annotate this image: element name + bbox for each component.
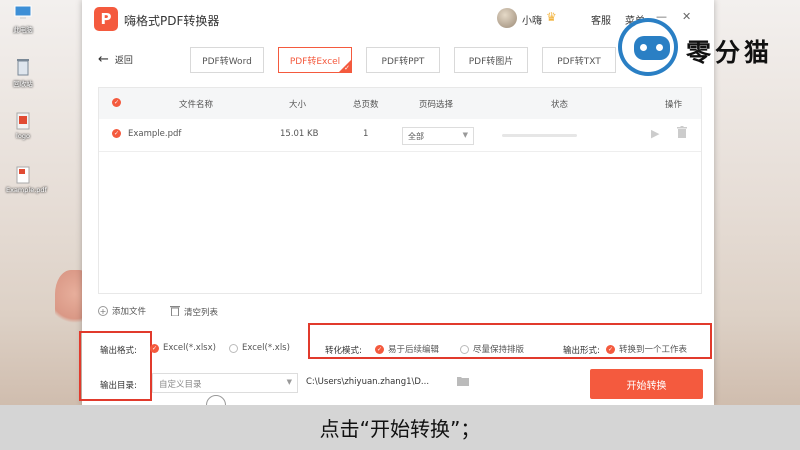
recycle-bin-icon	[14, 58, 32, 76]
clear-list-button[interactable]: 清空列表	[170, 305, 218, 319]
check-icon: ✓	[344, 64, 350, 72]
desktop-icon-example-pdf[interactable]: Example.pdf	[6, 166, 47, 194]
header-status: 状态	[551, 100, 569, 110]
customer-service-link[interactable]: 客服	[591, 12, 611, 27]
cat-face	[634, 36, 670, 60]
radio-single-sheet[interactable]: ✓ 转换到一个工作表	[606, 343, 687, 355]
arrow-left-icon: ←	[98, 51, 109, 67]
tab-pdf-to-txt[interactable]: PDF转TXT	[542, 47, 616, 73]
caption-text: 点击“开始转换”；	[319, 417, 481, 441]
folder-icon[interactable]	[457, 376, 469, 389]
cat-eye	[640, 44, 647, 51]
cat-eye	[656, 44, 663, 51]
clear-list-label: 清空列表	[184, 308, 219, 318]
watermark-text: 零分猫	[686, 38, 774, 67]
header-action: 操作	[665, 100, 683, 110]
add-file-button[interactable]: + 添加文件	[98, 305, 146, 317]
table-header: ✓ 文件名称 大小 总页数 页码选择 状态 操作	[99, 88, 701, 119]
start-convert-button[interactable]: 开始转换	[590, 369, 703, 399]
radio-label: Excel(*.xls)	[242, 343, 290, 353]
output-dir-select-value: 自定义目录	[159, 380, 202, 390]
desktop-icon-computer[interactable]: 此电脑	[6, 4, 40, 34]
select-all-checkbox[interactable]: ✓	[112, 98, 121, 107]
output-dir-label: 输出目录:	[100, 381, 137, 391]
file-pages: 1	[363, 129, 369, 139]
header-size: 大小	[289, 100, 307, 110]
desktop-icon-recycle-bin[interactable]: 回收站	[6, 58, 40, 88]
output-dir-select[interactable]: 自定义目录 ▼	[152, 373, 298, 393]
avatar[interactable]	[497, 8, 517, 28]
start-convert-label: 开始转换	[626, 380, 667, 392]
desktop-icon-label: 回收站	[13, 80, 33, 88]
radio-label: Excel(*.xlsx)	[163, 343, 216, 353]
desktop-icon-label: Example.pdf	[6, 186, 47, 194]
desktop-icon-label: 此电脑	[13, 26, 33, 34]
radio-label: 尽量保持排版	[473, 345, 525, 355]
radio-xlsx[interactable]: ✓ Excel(*.xlsx)	[150, 343, 216, 353]
subtitle-caption: 点击“开始转换”；	[0, 405, 800, 450]
desktop-icon-label: logo	[16, 132, 30, 140]
plus-icon: +	[98, 306, 108, 316]
header-pages: 总页数	[353, 100, 379, 110]
desktop-icon-logo[interactable]: logo	[6, 112, 40, 140]
table-row[interactable]: ✓ Example.pdf 15.01 KB 1 全部 ▼ ▶	[99, 119, 701, 152]
tab-label: PDF转图片	[468, 56, 514, 67]
radio-checked-icon: ✓	[150, 343, 159, 353]
trash-icon	[170, 305, 180, 319]
radio-checked-icon: ✓	[375, 344, 384, 354]
tab-pdf-to-ppt[interactable]: PDF转PPT	[366, 47, 440, 73]
file-name: Example.pdf	[128, 129, 182, 139]
radio-checked-icon: ✓	[606, 344, 615, 354]
cat-icon	[618, 18, 678, 76]
output-dir-path: C:\Users\zhiyuan.zhang1\D...	[306, 377, 430, 387]
radio-xls[interactable]: Excel(*.xls)	[229, 343, 290, 353]
page-range-value: 全部	[408, 132, 424, 141]
computer-icon	[14, 4, 32, 22]
add-file-label: 添加文件	[112, 307, 147, 317]
convert-mode-label: 转化模式:	[325, 346, 362, 356]
pdf-file-icon	[14, 166, 32, 184]
header-name: 文件名称	[179, 100, 214, 110]
output-format-label: 输出格式:	[100, 346, 137, 356]
row-checkbox[interactable]: ✓	[112, 129, 121, 138]
vip-crown-icon: ♛	[546, 10, 557, 24]
tab-label: PDF转Word	[202, 56, 252, 67]
chevron-down-icon: ▼	[462, 131, 468, 139]
radio-label: 易于后续编辑	[388, 345, 440, 355]
back-button[interactable]: ← 返回	[98, 51, 133, 67]
user-name[interactable]: 小嗨	[522, 12, 542, 27]
tab-pdf-to-excel[interactable]: PDF转Excel ✓	[278, 47, 352, 73]
radio-easy-edit[interactable]: ✓ 易于后续编辑	[375, 343, 439, 355]
app-title: 嗨格式PDF转换器	[124, 14, 220, 28]
radio-label: 转换到一个工作表	[619, 345, 688, 355]
file-size: 15.01 KB	[280, 129, 319, 139]
chevron-down-icon: ▼	[286, 378, 292, 386]
conversion-progress-bar	[502, 134, 577, 137]
tab-label: PDF转TXT	[557, 56, 601, 67]
back-label: 返回	[114, 56, 133, 66]
image-file-icon	[14, 112, 32, 130]
tab-label: PDF转Excel	[289, 56, 341, 67]
file-table: ✓ 文件名称 大小 总页数 页码选择 状态 操作 ✓ Example.pdf 1…	[98, 87, 702, 294]
page-range-select[interactable]: 全部 ▼	[402, 127, 474, 145]
watermark-logo: 零分猫	[612, 18, 792, 78]
radio-unchecked-icon	[229, 343, 238, 353]
tab-pdf-to-image[interactable]: PDF转图片	[454, 47, 528, 73]
radio-unchecked-icon	[460, 344, 469, 354]
header-range: 页码选择	[419, 100, 454, 110]
radio-keep-layout[interactable]: 尽量保持排版	[460, 343, 524, 355]
app-logo: P	[94, 7, 118, 31]
trash-icon[interactable]	[677, 126, 687, 141]
tab-pdf-to-word[interactable]: PDF转Word	[190, 47, 264, 73]
tab-label: PDF转PPT	[381, 56, 425, 67]
play-icon[interactable]: ▶	[651, 127, 659, 140]
output-form-label: 输出形式:	[563, 346, 600, 356]
